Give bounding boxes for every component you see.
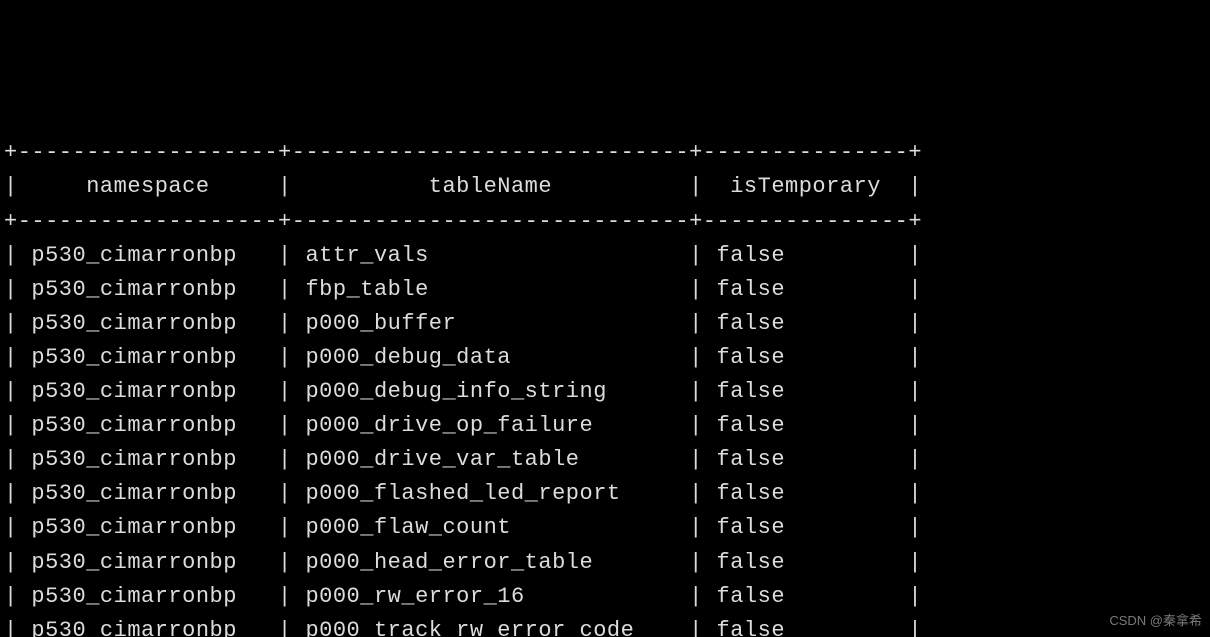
watermark: CSDN @秦拿希 — [1109, 611, 1202, 631]
terminal-output: +-------------------+-------------------… — [0, 136, 1210, 637]
